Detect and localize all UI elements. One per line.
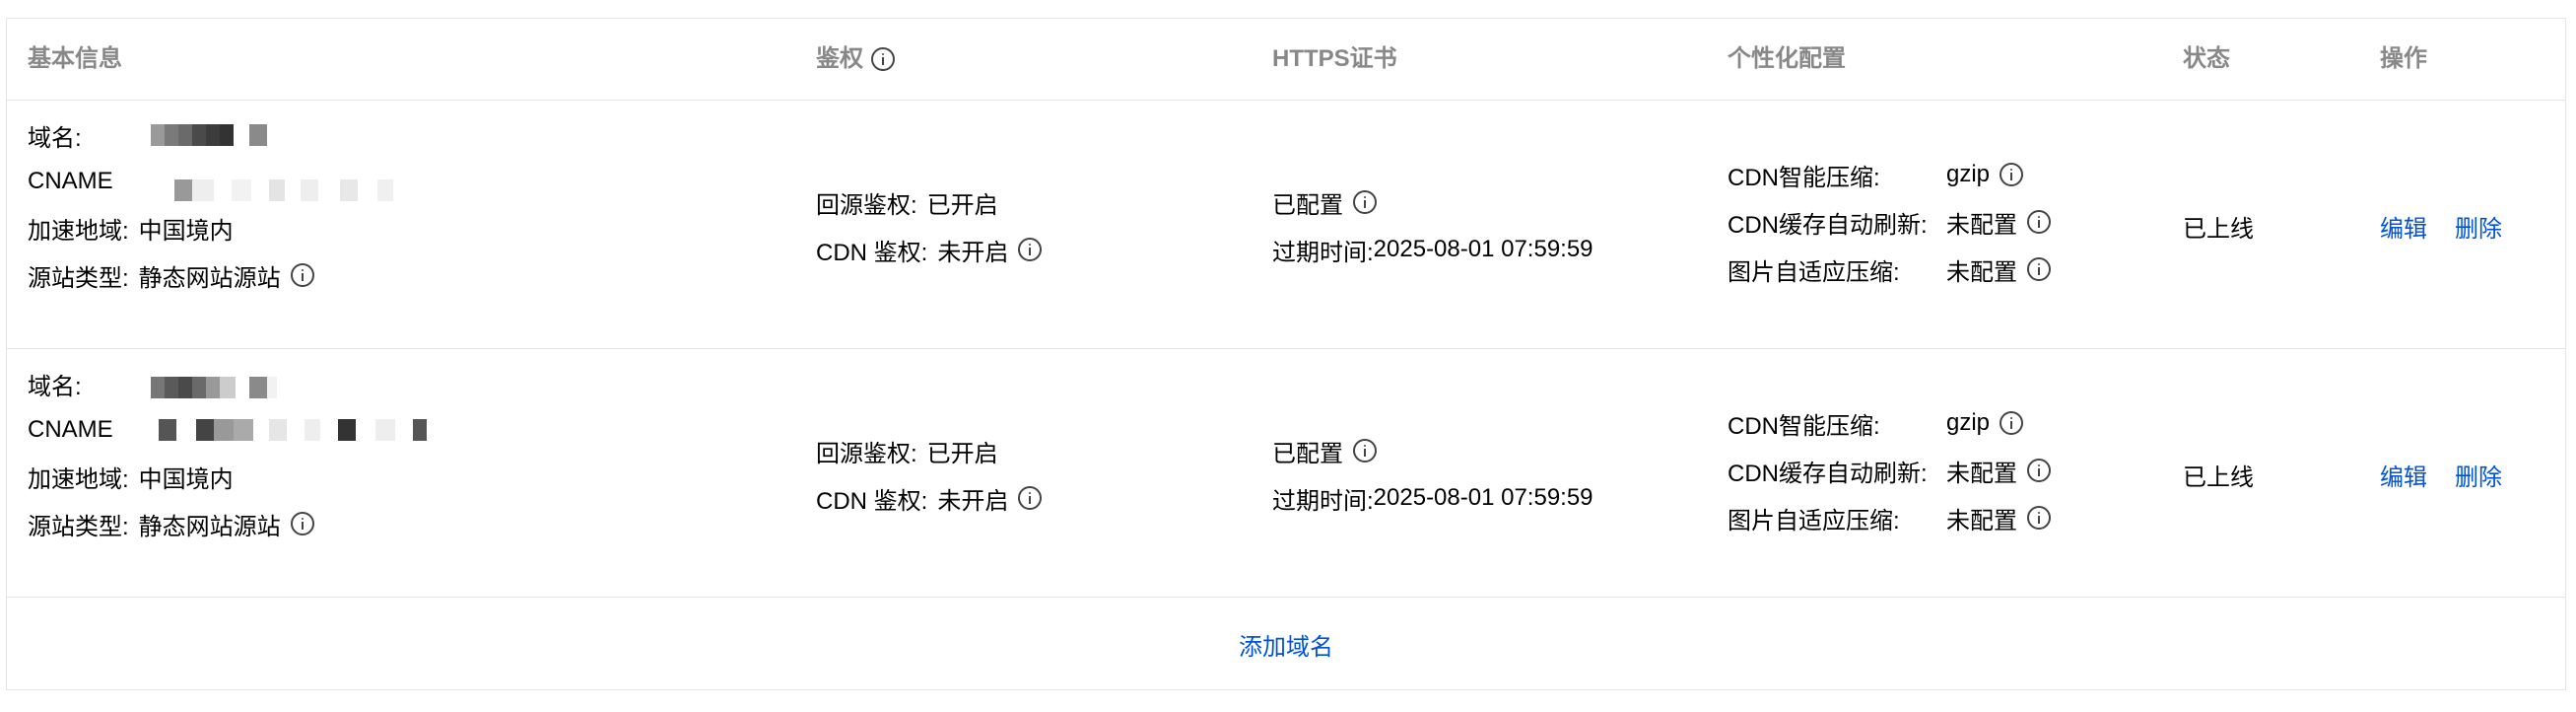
status-badge: 已上线 [2183, 215, 2254, 243]
add-domain-button[interactable]: 添加域名 [1239, 627, 1333, 662]
refresh-label: CDN缓存自动刷新: [1728, 460, 1928, 487]
origin-value: 静态网站源站 [138, 513, 281, 540]
back-auth-value: 已开启 [926, 191, 998, 219]
table-row: 域名: CNAME 加速地域: 中国境内 源站类型: 静态网站源站 回源鉴权: … [7, 348, 2565, 598]
cname-line: CNAME [28, 414, 427, 446]
back-auth-value: 已开启 [926, 440, 998, 467]
cdn-auth-value: 未开启 [937, 239, 1009, 266]
compress-line: CDN智能压缩: gzip [1728, 159, 2024, 191]
refresh-value: 未配置 [1946, 211, 2017, 239]
cname-label: CNAME [28, 168, 113, 194]
back-auth-label: 回源鉴权: [816, 191, 917, 219]
cdn-auth-line: CDN 鉴权: 未开启 [816, 482, 1043, 515]
back-auth-line: 回源鉴权: 已开启 [816, 435, 998, 467]
redacted-domain [150, 377, 277, 398]
info-icon[interactable] [1353, 439, 1377, 463]
info-icon[interactable] [871, 47, 895, 71]
expire-line: 过期时间: 2025-08-01 07:59:59 [1272, 234, 1593, 266]
compress-line: CDN智能压缩: gzip [1728, 407, 2024, 440]
header-auth: 鉴权 [816, 19, 895, 100]
cname-label: CNAME [28, 416, 113, 443]
region-value: 中国境内 [138, 217, 234, 245]
https-value: 已配置 [1272, 191, 1343, 219]
region-line: 加速地域: 中国境内 [28, 461, 234, 493]
refresh-label: CDN缓存自动刷新: [1728, 211, 1928, 239]
expire-label: 过期时间: [1272, 487, 1374, 515]
edit-button[interactable]: 编辑 [2380, 458, 2427, 492]
info-icon[interactable] [1018, 486, 1043, 510]
domain-label: 域名: [28, 373, 82, 400]
redacted-cname [158, 419, 427, 441]
info-icon[interactable] [290, 512, 314, 535]
delete-button[interactable]: 删除 [2455, 458, 2502, 492]
origin-line: 源站类型: 静态网站源站 [28, 508, 314, 540]
image-value: 未配置 [1946, 258, 2017, 286]
domain-table: 基本信息 鉴权 HTTPS证书 个性化配置 状态 操作 域名: CNAME 加速… [6, 18, 2566, 690]
cdn-auth-value: 未开启 [937, 487, 1009, 515]
refresh-line: CDN缓存自动刷新: 未配置 [1728, 206, 2051, 239]
ops-cell: 编辑 删除 [2380, 209, 2502, 244]
image-value: 未配置 [1946, 507, 2017, 534]
info-icon[interactable] [1018, 238, 1043, 261]
compress-label: CDN智能压缩: [1728, 164, 1880, 191]
region-label: 加速地域: [28, 465, 129, 493]
origin-label: 源站类型: [28, 264, 129, 292]
info-icon[interactable] [2000, 163, 2024, 186]
info-icon[interactable] [2027, 210, 2051, 234]
cdn-auth-line: CDN 鉴权: 未开启 [816, 234, 1043, 266]
expire-label: 过期时间: [1272, 239, 1374, 266]
delete-button[interactable]: 删除 [2455, 209, 2502, 244]
origin-label: 源站类型: [28, 513, 129, 540]
https-line: 已配置 [1272, 435, 1377, 467]
info-icon[interactable] [290, 263, 314, 287]
origin-value: 静态网站源站 [138, 264, 281, 292]
expire-line: 过期时间: 2025-08-01 07:59:59 [1272, 482, 1593, 515]
https-line: 已配置 [1272, 186, 1377, 219]
header-auth-label: 鉴权 [816, 45, 863, 72]
redacted-cname [173, 179, 393, 201]
ops-cell: 编辑 删除 [2380, 458, 2502, 492]
image-label: 图片自适应压缩: [1728, 258, 1900, 286]
info-icon[interactable] [2027, 506, 2051, 530]
add-domain-row: 添加域名 [7, 597, 2565, 691]
table-row: 域名: CNAME 加速地域: 中国境内 源站类型: 静态网站源站 回源鉴权: … [7, 100, 2565, 349]
header-basic-info: 基本信息 [28, 45, 122, 72]
info-icon[interactable] [2000, 411, 2024, 435]
image-line: 图片自适应压缩: 未配置 [1728, 253, 2051, 286]
header-https: HTTPS证书 [1272, 45, 1397, 72]
expire-value: 2025-08-01 07:59:59 [1373, 484, 1593, 511]
info-icon[interactable] [2027, 257, 2051, 281]
region-line: 加速地域: 中国境内 [28, 212, 234, 245]
refresh-value: 未配置 [1946, 460, 2017, 487]
back-auth-line: 回源鉴权: 已开启 [816, 186, 998, 219]
compress-value: gzip [1946, 409, 1991, 436]
image-label: 图片自适应压缩: [1728, 507, 1900, 534]
origin-line: 源站类型: 静态网站源站 [28, 259, 314, 292]
cdn-auth-label: CDN 鉴权: [816, 487, 928, 515]
header-ops: 操作 [2380, 45, 2427, 72]
header-status: 状态 [2183, 45, 2230, 72]
compress-label: CDN智能压缩: [1728, 412, 1880, 440]
refresh-line: CDN缓存自动刷新: 未配置 [1728, 455, 2051, 487]
domain-line: 域名: [28, 368, 277, 400]
table-header: 基本信息 鉴权 HTTPS证书 个性化配置 状态 操作 [7, 19, 2565, 101]
info-icon[interactable] [1353, 190, 1377, 214]
status-badge: 已上线 [2183, 463, 2254, 491]
cname-line: CNAME [28, 166, 393, 201]
back-auth-label: 回源鉴权: [816, 440, 917, 467]
domain-line: 域名: [28, 119, 267, 152]
compress-value: gzip [1946, 161, 1991, 187]
edit-button[interactable]: 编辑 [2380, 209, 2427, 244]
info-icon[interactable] [2027, 459, 2051, 482]
cdn-auth-label: CDN 鉴权: [816, 239, 928, 266]
domain-label: 域名: [28, 124, 82, 152]
redacted-domain [150, 124, 267, 146]
expire-value: 2025-08-01 07:59:59 [1373, 236, 1593, 262]
region-label: 加速地域: [28, 217, 129, 245]
header-custom: 个性化配置 [1728, 45, 1846, 72]
https-value: 已配置 [1272, 440, 1343, 467]
image-line: 图片自适应压缩: 未配置 [1728, 502, 2051, 534]
region-value: 中国境内 [138, 465, 234, 493]
